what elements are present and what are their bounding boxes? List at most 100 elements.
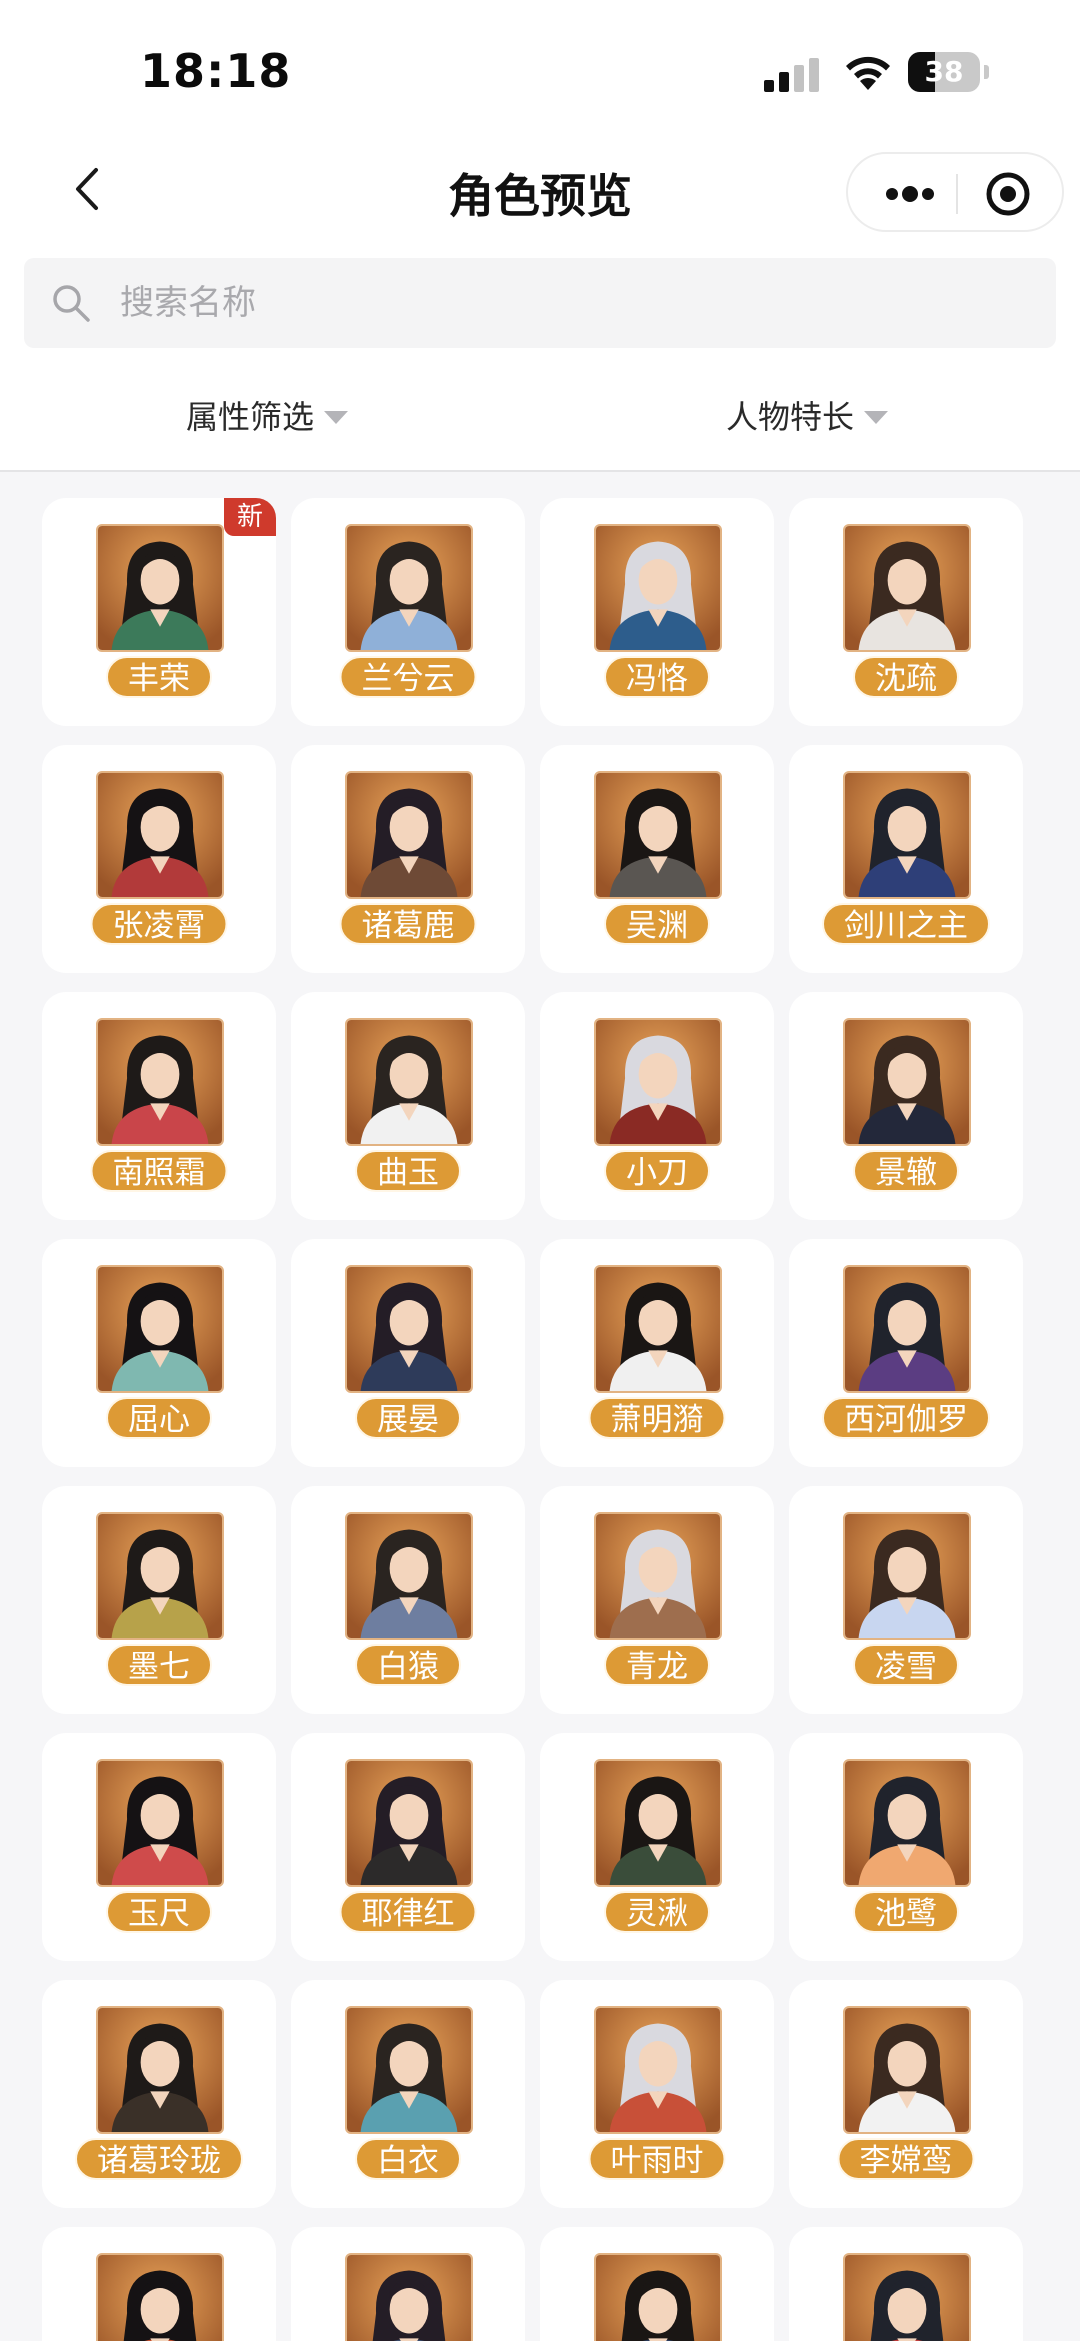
character-card[interactable]: 李嫦鸾 — [789, 1980, 1023, 2208]
character-card[interactable]: 曲玉 — [291, 992, 525, 1220]
character-card[interactable]: 景辙 — [789, 992, 1023, 1220]
specialty-filter-dropdown[interactable]: 人物特长 — [726, 390, 889, 440]
character-name-label: 屈心 — [106, 1397, 212, 1439]
character-name-label: 兰兮云 — [339, 656, 477, 698]
cellular-signal-icon — [764, 58, 819, 92]
character-card[interactable]: 墨七 — [42, 1486, 276, 1714]
character-name-label: 南照霜 — [90, 1150, 228, 1192]
character-card[interactable]: 兰兮云 — [291, 498, 525, 726]
character-name-label: 白猿 — [355, 1644, 461, 1686]
character-card[interactable]: 玉尺 — [42, 1733, 276, 1961]
character-portrait — [96, 1512, 224, 1640]
back-button[interactable] — [60, 154, 120, 224]
character-name-label: 小刀 — [604, 1150, 710, 1192]
character-card[interactable]: 屈心 — [42, 1239, 276, 1467]
character-card[interactable]: 池鹭 — [789, 1733, 1023, 1961]
battery-percentage: 38 — [924, 55, 964, 88]
character-portrait — [594, 1018, 722, 1146]
character-card[interactable]: 白衣 — [291, 1980, 525, 2208]
character-portrait — [96, 2253, 224, 2341]
character-portrait — [96, 2006, 224, 2134]
character-grid: 丰荣 新兰兮云 冯恪 沈疏张凌霄 诸葛鹿 吴渊 剑川之主南照霜 曲玉 小刀 景辙屈心 展晏 萧明漪 西河… — [0, 474, 1080, 2341]
character-portrait — [594, 2006, 722, 2134]
character-card[interactable]: 张凌霄 — [42, 745, 276, 973]
character-portrait — [594, 1512, 722, 1640]
character-portrait — [345, 1265, 473, 1393]
character-card[interactable] — [291, 2227, 525, 2341]
character-card[interactable]: 叶雨时 — [540, 1980, 774, 2208]
character-name-label: 吴渊 — [604, 903, 710, 945]
search-icon — [53, 285, 90, 322]
more-dots-icon — [886, 186, 934, 202]
character-card[interactable]: 青龙 — [540, 1486, 774, 1714]
character-card[interactable] — [42, 2227, 276, 2341]
character-portrait — [843, 1018, 971, 1146]
top-header: 18:18 38 角色预览 搜索名称 属性筛选 人物特长 — [0, 0, 1080, 472]
attribute-filter-dropdown[interactable]: 属性筛选 — [186, 390, 349, 440]
character-card[interactable]: 小刀 — [540, 992, 774, 1220]
character-card[interactable]: 冯恪 — [540, 498, 774, 726]
character-portrait — [843, 771, 971, 899]
character-portrait — [345, 2253, 473, 2341]
character-portrait — [843, 1512, 971, 1640]
attribute-filter-label: 属性筛选 — [186, 398, 315, 436]
character-name-label: 展晏 — [355, 1397, 461, 1439]
character-name-label: 沈疏 — [853, 656, 959, 698]
character-name-label: 诸葛鹿 — [339, 903, 477, 945]
character-portrait — [96, 1018, 224, 1146]
page-title: 角色预览 — [448, 169, 632, 223]
character-name-label: 剑川之主 — [822, 903, 990, 945]
character-card[interactable]: 萧明漪 — [540, 1239, 774, 1467]
character-portrait — [345, 1759, 473, 1887]
capsule-divider — [956, 174, 958, 214]
character-card[interactable]: 诸葛玲珑 — [42, 1980, 276, 2208]
character-name-label: 丰荣 — [106, 656, 212, 698]
character-card[interactable]: 诸葛鹿 — [291, 745, 525, 973]
character-card[interactable]: 展晏 — [291, 1239, 525, 1467]
character-name-label: 青龙 — [604, 1644, 710, 1686]
caret-down-icon — [864, 410, 889, 424]
character-portrait — [345, 1018, 473, 1146]
chevron-left-icon — [76, 168, 98, 210]
search-bar[interactable] — [24, 258, 1056, 348]
character-portrait — [345, 2006, 473, 2134]
character-name-label: 景辙 — [853, 1150, 959, 1192]
character-portrait — [843, 2006, 971, 2134]
character-name-label: 池鹭 — [853, 1891, 959, 1933]
search-input[interactable] — [120, 258, 1020, 348]
character-name-label: 灵湫 — [604, 1891, 710, 1933]
character-portrait — [843, 1759, 971, 1887]
character-portrait — [345, 1512, 473, 1640]
character-card[interactable]: 吴渊 — [540, 745, 774, 973]
character-card[interactable]: 剑川之主 — [789, 745, 1023, 973]
character-card[interactable]: 白猿 — [291, 1486, 525, 1714]
character-name-label: 凌雪 — [853, 1644, 959, 1686]
character-portrait — [345, 771, 473, 899]
more-button[interactable] — [868, 166, 948, 222]
character-name-label: 耶律红 — [339, 1891, 477, 1933]
caret-down-icon — [324, 410, 349, 424]
character-portrait — [594, 1759, 722, 1887]
character-name-label: 叶雨时 — [588, 2138, 726, 2180]
character-card[interactable] — [789, 2227, 1023, 2341]
mini-program-capsule — [846, 152, 1064, 232]
character-name-label: 玉尺 — [106, 1891, 212, 1933]
character-card[interactable]: 南照霜 — [42, 992, 276, 1220]
character-name-label: 西河伽罗 — [822, 1397, 990, 1439]
character-card[interactable]: 西河伽罗 — [789, 1239, 1023, 1467]
character-card[interactable]: 耶律红 — [291, 1733, 525, 1961]
character-portrait — [843, 1265, 971, 1393]
character-card[interactable]: 灵湫 — [540, 1733, 774, 1961]
character-card[interactable]: 沈疏 — [789, 498, 1023, 726]
character-card[interactable]: 凌雪 — [789, 1486, 1023, 1714]
close-miniprogram-button[interactable] — [970, 166, 1046, 222]
character-name-label: 白衣 — [355, 2138, 461, 2180]
status-time: 18:18 — [140, 44, 292, 98]
character-portrait — [594, 524, 722, 652]
character-name-label: 萧明漪 — [588, 1397, 726, 1439]
character-card[interactable]: 丰荣 新 — [42, 498, 276, 726]
wifi-icon — [846, 56, 890, 90]
character-card[interactable] — [540, 2227, 774, 2341]
character-name-label: 墨七 — [106, 1644, 212, 1686]
character-portrait — [96, 771, 224, 899]
